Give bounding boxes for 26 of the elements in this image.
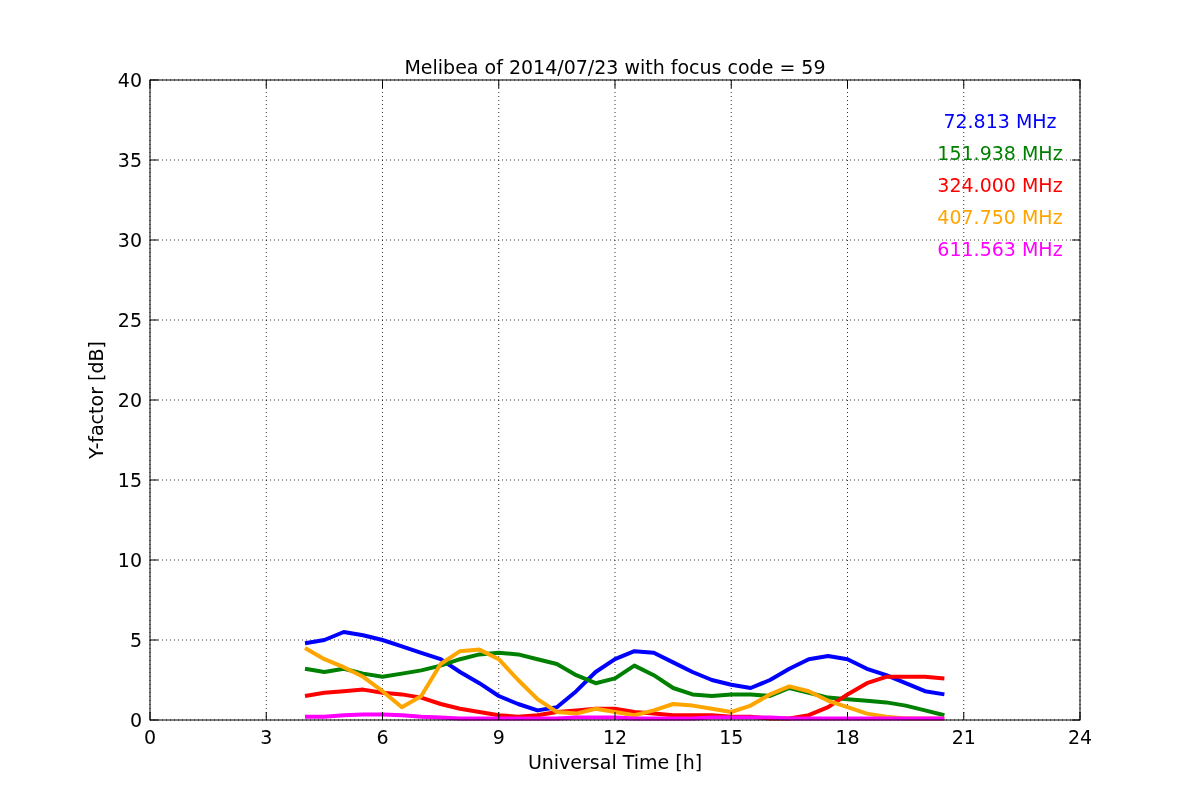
x-tick-label: 21	[951, 726, 976, 748]
y-tick-label: 10	[117, 549, 142, 571]
y-tick-label: 15	[117, 469, 142, 491]
y-tick-label: 25	[117, 309, 142, 331]
x-tick-label: 12	[602, 726, 628, 748]
legend-label: 407.750 MHz	[937, 206, 1063, 228]
y-axis-label: Y-factor [dB]	[85, 341, 107, 459]
legend-label: 151.938 MHz	[937, 142, 1063, 164]
x-tick-label: 3	[260, 726, 273, 748]
x-tick-label: 0	[143, 726, 157, 748]
chart-title: Melibea of 2014/07/23 with focus code = 59	[404, 56, 826, 78]
x-tick-label: 9	[492, 726, 505, 748]
y-tick-label: 35	[117, 149, 142, 171]
legend-label: 611.563 MHz	[937, 238, 1063, 260]
x-axis-label: Universal Time [h]	[527, 751, 703, 773]
x-tick-label: 24	[1067, 726, 1093, 748]
x-tick-label: 18	[835, 726, 860, 748]
x-tick-label: 6	[376, 726, 389, 748]
x-tick-label: 15	[719, 726, 744, 748]
legend-label: 324.000 MHz	[937, 174, 1063, 196]
y-tick-label: 30	[117, 229, 142, 251]
y-tick-label: 40	[117, 69, 142, 91]
y-tick-label: 0	[129, 709, 142, 731]
y-tick-label: 5	[129, 629, 142, 651]
legend-label: 72.813 MHz	[943, 110, 1057, 132]
y-tick-label: 20	[117, 389, 142, 411]
